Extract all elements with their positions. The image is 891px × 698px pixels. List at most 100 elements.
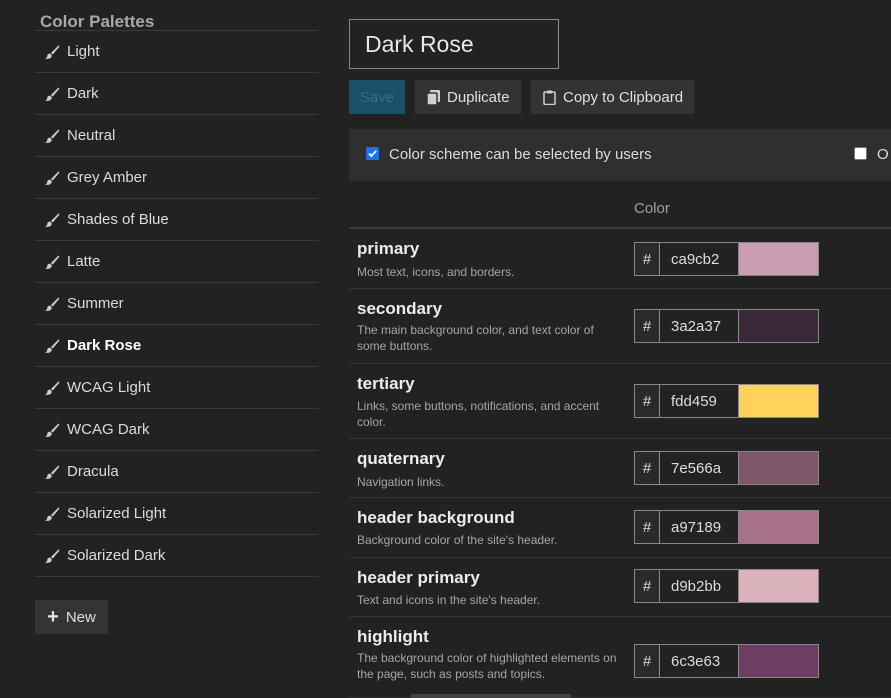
paintbrush-icon [45, 423, 60, 437]
new-palette-button[interactable]: + New [35, 600, 108, 634]
hex-value: a97189 [671, 518, 722, 536]
duplicate-button-label: Duplicate [447, 88, 510, 106]
hex-input[interactable]: 3a2a37 [659, 309, 739, 343]
color-swatch[interactable] [738, 384, 819, 418]
sidebar-item-label: Light [67, 43, 100, 60]
sidebar-item-label: Dark [67, 85, 99, 102]
sidebar-item-label: Dracula [67, 463, 119, 480]
hex-input[interactable]: a97189 [659, 510, 739, 544]
sidebar-item-label: Latte [67, 253, 101, 270]
hash-prefix: # [634, 644, 659, 678]
sidebar-item-palette[interactable]: WCAG Light [35, 367, 318, 409]
copy-button-label: Copy to Clipboard [563, 88, 684, 106]
hash-prefix: # [634, 569, 659, 603]
color-row: header primary Text and icons in the site… [349, 558, 891, 617]
color-description: Most text, icons, and borders. [357, 265, 515, 279]
color-row: secondary The main background color, and … [349, 289, 891, 364]
sidebar-item-label: Neutral [67, 127, 116, 144]
hash-prefix: # [634, 384, 659, 418]
paintbrush-icon [45, 87, 60, 101]
sidebar-item-palette[interactable]: Solarized Light [35, 493, 318, 535]
hex-input[interactable]: ca9cb2 [659, 242, 739, 276]
color-row: tertiary Links, some buttons, notificatio… [349, 364, 891, 439]
color-description: The main background color, and text colo… [357, 323, 594, 353]
sidebar-item-palette[interactable]: Shades of Blue [35, 199, 318, 241]
paintbrush-icon [45, 45, 60, 59]
sidebar-item-label: WCAG Dark [67, 421, 150, 438]
hex-input[interactable]: 6c3e63 [659, 644, 739, 678]
second-option-label: O [877, 146, 889, 163]
hex-input[interactable]: fdd459 [659, 384, 739, 418]
sidebar-item-palette[interactable]: Light [35, 31, 318, 73]
sidebar-item-palette[interactable]: Dark [35, 73, 318, 115]
checkmark-icon [368, 150, 377, 158]
hex-value: 6c3e63 [671, 652, 721, 670]
sidebar-item-palette[interactable]: Latte [35, 241, 318, 283]
paintbrush-icon [45, 213, 60, 227]
color-swatch[interactable] [738, 309, 819, 343]
hash-prefix: # [634, 309, 659, 343]
paintbrush-icon [45, 381, 60, 395]
sidebar-item-palette[interactable]: Grey Amber [35, 157, 318, 199]
sidebar-item-label: Solarized Dark [67, 547, 166, 564]
color-description: The background color of highlighted elem… [357, 651, 617, 681]
color-description: Navigation links. [357, 475, 445, 489]
color-name: header background [357, 508, 515, 527]
plus-icon: + [47, 606, 59, 628]
paintbrush-icon [45, 129, 60, 143]
hash-prefix: # [634, 451, 659, 485]
save-button[interactable]: Save [349, 80, 405, 114]
color-name: highlight [357, 627, 429, 646]
color-swatch[interactable] [738, 510, 819, 544]
paintbrush-icon [45, 549, 60, 563]
hex-value: 3a2a37 [671, 317, 722, 335]
clipboard-icon [543, 90, 556, 105]
hash-prefix: # [634, 510, 659, 544]
color-name: tertiary [357, 374, 415, 393]
hex-value: d9b2bb [671, 577, 722, 595]
sidebar-item-palette[interactable]: Dark Rose [35, 325, 318, 367]
copy-to-clipboard-button[interactable]: Copy to Clipboard [531, 80, 694, 114]
sidebar-item-palette[interactable]: Summer [35, 283, 318, 325]
paintbrush-icon [45, 297, 60, 311]
color-name: primary [357, 239, 420, 258]
palette-name-input[interactable]: Dark Rose [349, 19, 559, 69]
color-description: Text and icons in the site's header. [357, 593, 541, 607]
color-column-header: Color [634, 200, 670, 217]
user-selectable-checkbox[interactable] [366, 147, 379, 160]
sidebar-item-palette[interactable]: Solarized Dark [35, 535, 318, 577]
color-description: Links, some buttons, notifications, and … [357, 399, 600, 429]
hash-prefix: # [634, 242, 659, 276]
second-option-checkbox[interactable] [854, 147, 867, 160]
hex-input[interactable]: 7e566a [659, 451, 739, 485]
palette-name-value: Dark Rose [365, 30, 474, 57]
paintbrush-icon [45, 255, 60, 269]
sidebar-item-label: Grey Amber [67, 169, 148, 186]
color-row: header background Background color of the… [349, 498, 891, 558]
color-name: header primary [357, 568, 480, 587]
color-row: highlight The background color of highlig… [349, 617, 891, 698]
palette-list: Light Dark Neutral Grey Amber Shades of Blue… [35, 31, 318, 577]
duplicate-button[interactable]: Duplicate [415, 80, 521, 114]
hex-input[interactable]: d9b2bb [659, 569, 739, 603]
color-swatch[interactable] [738, 644, 819, 678]
color-swatch[interactable] [738, 569, 819, 603]
sidebar-item-label: Solarized Light [67, 505, 167, 522]
sidebar-item-palette[interactable]: WCAG Dark [35, 409, 318, 451]
color-row: quaternary Navigation links. #7e566a [349, 439, 891, 498]
sidebar-item-label: WCAG Light [67, 379, 151, 396]
scroll-indicator [411, 694, 571, 698]
save-button-label: Save [359, 88, 395, 106]
color-description: Background color of the site's header. [357, 533, 558, 547]
sidebar-item-palette[interactable]: Dracula [35, 451, 318, 493]
hex-value: ca9cb2 [671, 250, 720, 268]
sidebar-item-label: Dark Rose [67, 337, 142, 354]
color-swatch[interactable] [738, 242, 819, 276]
sidebar-item-label: Shades of Blue [67, 211, 169, 228]
paintbrush-icon [45, 171, 60, 185]
palette-settings-bar: Color scheme can be selected by users O [349, 129, 891, 181]
sidebar-item-palette[interactable]: Neutral [35, 115, 318, 157]
color-swatch[interactable] [738, 451, 819, 485]
new-button-label: New [65, 608, 96, 626]
user-selectable-label: Color scheme can be selected by users [389, 146, 652, 163]
